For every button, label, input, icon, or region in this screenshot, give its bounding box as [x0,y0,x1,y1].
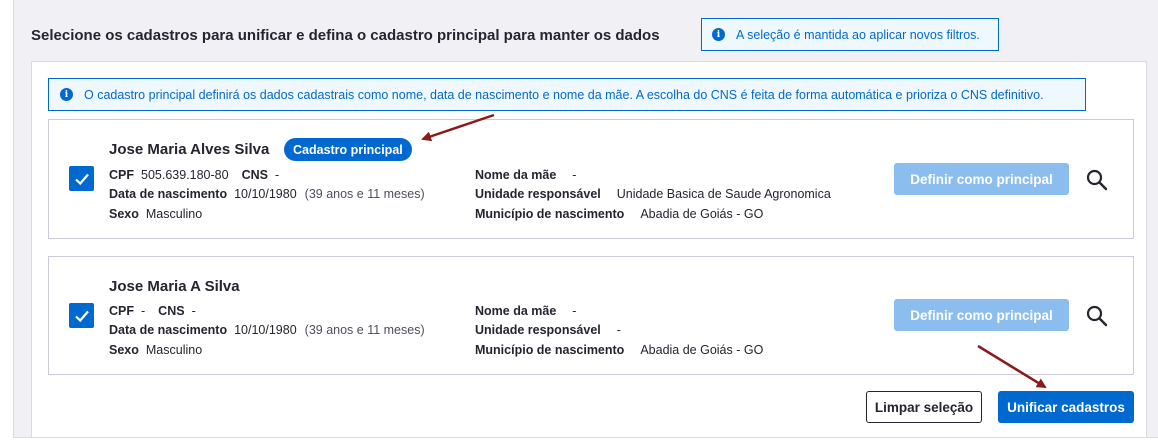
sex-label: Sexo [109,207,139,221]
cns-value: - [275,168,280,182]
cpf-label: CPF [109,304,134,318]
principal-info-text: O cadastro principal definirá os dados c… [84,87,1044,102]
sex-row: Sexo Masculino [109,343,215,357]
unit-value: Unidade Basica de Saude Agronomica [616,187,831,201]
unit-row: Unidade responsável Unidade Basica de Sa… [475,187,844,201]
define-principal-button[interactable]: Definir como principal [894,163,1069,195]
cpf-value: 505.639.180-80 [141,168,229,182]
records-panel [31,61,1147,438]
unit-row: Unidade responsável - [475,323,634,337]
cpf-value: - [141,304,146,318]
city-label: Município de nascimento [475,343,625,357]
record-checkbox[interactable] [69,303,94,328]
unit-label: Unidade responsável [475,323,601,337]
dob-label: Data de nascimento [109,323,228,337]
record-name: Jose Maria A Silva [109,278,240,295]
record-card: Jose Maria A Silva CPF - CNS - Data de n… [48,256,1134,375]
mother-value: - [572,304,577,318]
cpf-cns-row: CPF - CNS - [109,304,209,318]
cns-label: CNS [241,168,268,182]
mother-row: Nome da mãe - [475,168,589,182]
cns-label: CNS [158,304,185,318]
dob-row: Data de nascimento 10/10/1980 (39 anos e… [109,323,425,337]
section-title: Selecione os cadastros para unificar e d… [31,27,660,44]
principal-badge: Cadastro principal [284,138,412,161]
info-icon: i [60,88,73,101]
define-principal-button[interactable]: Definir como principal [894,299,1069,331]
age-value: (39 anos e 11 meses) [304,187,425,201]
record-checkbox[interactable] [69,166,94,191]
record-card: Jose Maria Alves Silva Cadastro principa… [48,119,1134,239]
check-icon [74,173,89,185]
unit-value: - [616,323,621,337]
sex-value: Masculino [145,207,203,221]
mother-value: - [572,168,577,182]
age-value: (39 anos e 11 meses) [304,323,425,337]
sex-label: Sexo [109,343,139,357]
record-name: Jose Maria Alves Silva [109,141,270,158]
sex-value: Masculino [145,343,203,357]
sex-row: Sexo Masculino [109,207,215,221]
info-icon: i [712,28,725,41]
cns-value: - [191,304,196,318]
selection-info-tag: i A seleção é mantida ao aplicar novos f… [701,18,999,51]
cpf-label: CPF [109,168,134,182]
mother-row: Nome da mãe - [475,304,589,318]
search-icon[interactable] [1085,168,1109,192]
cpf-cns-row: CPF 505.639.180-80 CNS - [109,168,292,182]
city-row: Município de nascimento Abadia de Goiás … [475,343,776,357]
city-value: Abadia de Goiás - GO [640,343,764,357]
dob-label: Data de nascimento [109,187,228,201]
selection-info-text: A seleção é mantida ao aplicar novos fil… [736,27,980,42]
check-icon [74,310,89,322]
principal-info-banner: i O cadastro principal definirá os dados… [48,78,1086,111]
mother-label: Nome da mãe [475,304,557,318]
city-row: Município de nascimento Abadia de Goiás … [475,207,776,221]
search-icon[interactable] [1085,304,1109,328]
unit-label: Unidade responsável [475,187,601,201]
dob-value: 10/10/1980 [234,323,297,337]
unify-records-button[interactable]: Unificar cadastros [998,391,1134,423]
dob-value: 10/10/1980 [234,187,297,201]
clear-selection-button[interactable]: Limpar seleção [866,391,982,423]
city-label: Município de nascimento [475,207,625,221]
city-value: Abadia de Goiás - GO [640,207,764,221]
dob-row: Data de nascimento 10/10/1980 (39 anos e… [109,187,425,201]
mother-label: Nome da mãe [475,168,557,182]
